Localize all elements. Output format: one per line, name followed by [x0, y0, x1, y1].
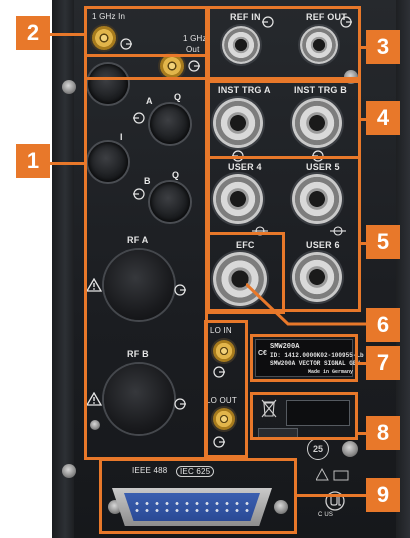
- connector-arrow-icon: [188, 60, 200, 72]
- connector-arrow-icon: [232, 150, 244, 162]
- slot-cover: [258, 428, 298, 438]
- gpib-pins: [132, 500, 252, 514]
- i-label: I: [120, 132, 123, 142]
- inst-trg-a-connector[interactable]: [213, 98, 263, 148]
- ref-in-connector[interactable]: [222, 26, 260, 64]
- warning-icon: [316, 467, 349, 481]
- connector-arrow-icon: [174, 398, 186, 410]
- mounting-screw: [62, 464, 76, 478]
- efc-label: EFC: [236, 240, 255, 250]
- inst-trg-b-label: INST TRG B: [294, 85, 347, 95]
- lo-in-connector[interactable]: [213, 340, 235, 362]
- year-badge: 25: [307, 438, 329, 460]
- bidirectional-arrow-icon: [252, 226, 268, 236]
- ref-out-connector[interactable]: [300, 26, 338, 64]
- a-label: A: [146, 96, 153, 106]
- q-b-cap[interactable]: [150, 182, 190, 222]
- q-label-a: Q: [174, 92, 182, 102]
- leader-6: [246, 282, 370, 326]
- leader-9: [294, 494, 368, 497]
- connector-arrow-icon: [120, 38, 132, 50]
- rf-a-label: RF A: [127, 235, 149, 245]
- user-6-label: USER 6: [306, 240, 340, 250]
- connector-arrow-icon: [213, 366, 225, 378]
- 1ghz-in-connector[interactable]: [92, 26, 116, 50]
- inst-trg-b-connector[interactable]: [292, 98, 342, 148]
- bidirectional-arrow-icon: [330, 226, 346, 236]
- q-a-cap[interactable]: [150, 104, 190, 144]
- weee-bin-icon: [261, 399, 277, 418]
- user-5-connector[interactable]: [292, 174, 342, 224]
- mounting-screw: [90, 420, 100, 430]
- i-a-cap[interactable]: [88, 64, 128, 104]
- connector-arrow-icon: [312, 150, 324, 162]
- user-4-connector[interactable]: [213, 174, 263, 224]
- rf-a-cap[interactable]: [104, 250, 174, 320]
- mounting-screw: [344, 70, 358, 84]
- callout-3: 3: [366, 30, 400, 64]
- callout-8: 8: [366, 416, 400, 450]
- i-b-cap[interactable]: [88, 142, 128, 182]
- callout-6: 6: [366, 308, 400, 342]
- type-plate: SMW200A ID: 1412.0000K02-100955-Lb SMW20…: [255, 339, 364, 377]
- lo-in-label: LO IN: [210, 326, 232, 335]
- rf-b-label: RF B: [127, 349, 149, 359]
- callout-1: 1: [16, 144, 50, 178]
- connector-arrow-icon: [262, 16, 274, 28]
- lo-out-connector[interactable]: [213, 408, 235, 430]
- ieee-488-label: IEEE 488: [132, 466, 168, 475]
- plate-id: ID: 1412.0000K02-100955-Lb: [270, 352, 364, 359]
- iec-625-label: IEC 625: [176, 466, 215, 477]
- connector-arrow-icon: [133, 188, 145, 200]
- connector-arrow-icon: [133, 112, 145, 124]
- warning-icon: [86, 278, 102, 292]
- callout-5: 5: [366, 225, 400, 259]
- plate-name: SMW200A VECTOR SIGNAL GEN: [270, 360, 361, 367]
- connector-arrow-icon: [340, 16, 352, 28]
- plate-model: SMW200A: [270, 343, 300, 351]
- 1ghz-in-label: 1 GHz In: [92, 12, 126, 21]
- q-label-b: Q: [172, 170, 180, 180]
- b-label: B: [144, 176, 151, 186]
- callout-2: 2: [16, 16, 50, 50]
- mounting-screw: [342, 441, 358, 457]
- lo-out-label: LO OUT: [206, 396, 237, 405]
- user-4-label: USER 4: [228, 162, 262, 172]
- mounting-screw: [62, 80, 76, 94]
- connector-arrow-icon: [174, 284, 186, 296]
- rf-b-cap[interactable]: [104, 364, 174, 434]
- year-text: 25: [312, 444, 323, 454]
- blank-port-cover: [286, 400, 350, 426]
- ref-in-label: REF IN: [230, 12, 261, 22]
- 1ghz-out-label-bottom: Out: [186, 45, 200, 54]
- ul-c-us-label: C US: [318, 512, 334, 518]
- gpib-screw-right: [274, 500, 288, 514]
- warning-icon: [86, 392, 102, 406]
- inst-trg-a-label: INST TRG A: [218, 85, 271, 95]
- leader-1: [46, 162, 86, 165]
- 1ghz-out-label-top: 1 GHz: [183, 34, 207, 43]
- leader-2: [46, 33, 86, 36]
- user-5-label: USER 5: [306, 162, 340, 172]
- ce-mark: C€: [258, 350, 267, 357]
- plate-origin: Made in Germany: [308, 369, 354, 375]
- callout-9: 9: [366, 478, 400, 512]
- connector-arrow-icon: [213, 436, 225, 448]
- callout-7: 7: [366, 346, 400, 380]
- callout-4: 4: [366, 101, 400, 135]
- 1ghz-out-connector[interactable]: [160, 54, 184, 78]
